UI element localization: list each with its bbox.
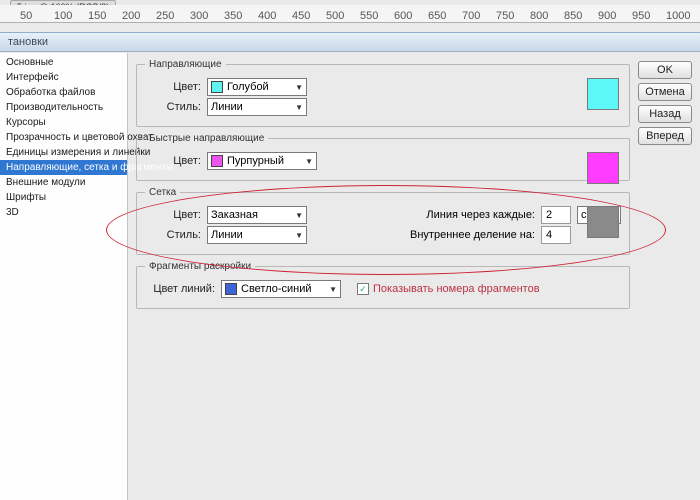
ruler-mark: 400 bbox=[258, 10, 276, 22]
color-swatch-icon bbox=[225, 283, 237, 295]
ruler-mark: 50 bbox=[20, 10, 32, 22]
grid-swatch[interactable] bbox=[587, 206, 619, 238]
sidebar-item[interactable]: Основные bbox=[0, 55, 127, 70]
group-smart-legend: Быстрые направляющие bbox=[145, 133, 268, 144]
sidebar-item[interactable]: Шрифты bbox=[0, 190, 127, 205]
color-swatch-icon bbox=[211, 155, 223, 167]
chevron-down-icon: ▼ bbox=[291, 83, 303, 92]
guides-color-combo[interactable]: Голубой ▼ bbox=[207, 78, 307, 96]
smart-color-combo[interactable]: Пурпурный ▼ bbox=[207, 152, 317, 170]
ruler-mark: 700 bbox=[462, 10, 480, 22]
grid-color-combo[interactable]: Заказная ▼ bbox=[207, 206, 307, 224]
sidebar-item[interactable]: Прозрачность и цветовой охват bbox=[0, 130, 127, 145]
ruler: 50 100 150 200 250 300 350 400 450 500 550 600 650 70… bbox=[0, 5, 700, 23]
ruler-mark: 100 bbox=[54, 10, 72, 22]
ruler-mark: 850 bbox=[564, 10, 582, 22]
group-guides: Направляющие Цвет: Голубой ▼ Стиль: Лини… bbox=[136, 59, 630, 127]
dialog-title: тановки bbox=[0, 33, 700, 52]
ruler-mark: 300 bbox=[190, 10, 208, 22]
ruler-mark: 550 bbox=[360, 10, 378, 22]
smart-swatch[interactable] bbox=[587, 152, 619, 184]
chevron-down-icon: ▼ bbox=[301, 157, 313, 166]
guides-style-combo[interactable]: Линии ▼ bbox=[207, 98, 307, 116]
slices-color-label: Цвет линий: bbox=[145, 283, 215, 295]
ruler-mark: 800 bbox=[530, 10, 548, 22]
forward-button[interactable]: Вперед bbox=[638, 127, 692, 145]
slices-color-combo[interactable]: Светло-синий ▼ bbox=[221, 280, 341, 298]
grid-every-label: Линия через каждые: bbox=[426, 209, 535, 221]
preferences-dialog: тановки ОсновныеИнтерфейсОбработка файло… bbox=[0, 32, 700, 500]
ruler-mark: 600 bbox=[394, 10, 412, 22]
back-button[interactable]: Назад bbox=[638, 105, 692, 123]
grid-every-input[interactable]: 2 bbox=[541, 206, 571, 224]
guides-color-label: Цвет: bbox=[145, 81, 201, 93]
ruler-mark: 500 bbox=[326, 10, 344, 22]
slices-show-checkbox[interactable]: ✓ bbox=[357, 283, 369, 295]
sidebar-item[interactable]: Интерфейс bbox=[0, 70, 127, 85]
ruler-mark: 1000 bbox=[666, 10, 690, 22]
grid-color-label: Цвет: bbox=[145, 209, 201, 221]
grid-style-combo[interactable]: Линии ▼ bbox=[207, 226, 307, 244]
slices-show-label: Показывать номера фрагментов bbox=[373, 283, 540, 295]
ruler-mark: 900 bbox=[598, 10, 616, 22]
ruler-mark: 750 bbox=[496, 10, 514, 22]
button-column: OK Отмена Назад Вперед bbox=[638, 53, 692, 149]
sidebar-item[interactable]: Обработка файлов bbox=[0, 85, 127, 100]
group-guides-legend: Направляющие bbox=[145, 59, 226, 70]
sidebar: ОсновныеИнтерфейсОбработка файловПроизво… bbox=[0, 53, 128, 500]
smart-color-label: Цвет: bbox=[145, 155, 201, 167]
ruler-mark: 150 bbox=[88, 10, 106, 22]
ruler-mark: 450 bbox=[292, 10, 310, 22]
sidebar-item[interactable]: Направляющие, сетка и фрагменты bbox=[0, 160, 127, 175]
group-grid: Сетка Цвет: Заказная ▼ Линия через кажды… bbox=[136, 187, 630, 255]
cancel-button[interactable]: Отмена bbox=[638, 83, 692, 101]
chevron-down-icon: ▼ bbox=[291, 231, 303, 240]
guides-style-label: Стиль: bbox=[145, 101, 201, 113]
group-slices-legend: Фрагменты раскройки bbox=[145, 261, 255, 272]
grid-style-label: Стиль: bbox=[145, 229, 201, 241]
ruler-mark: 350 bbox=[224, 10, 242, 22]
ruler-mark: 950 bbox=[632, 10, 650, 22]
sidebar-item[interactable]: Курсоры bbox=[0, 115, 127, 130]
color-swatch-icon bbox=[211, 81, 223, 93]
grid-sub-label: Внутреннее деление на: bbox=[410, 229, 535, 241]
guides-swatch[interactable] bbox=[587, 78, 619, 110]
main-panel: Направляющие Цвет: Голубой ▼ Стиль: Лини… bbox=[128, 53, 700, 500]
chevron-down-icon: ▼ bbox=[291, 211, 303, 220]
grid-sub-input[interactable]: 4 bbox=[541, 226, 571, 244]
group-slices: Фрагменты раскройки Цвет линий: Светло-с… bbox=[136, 261, 630, 309]
chevron-down-icon: ▼ bbox=[291, 103, 303, 112]
ruler-mark: 200 bbox=[122, 10, 140, 22]
ruler-mark: 650 bbox=[428, 10, 446, 22]
group-grid-legend: Сетка bbox=[145, 187, 180, 198]
sidebar-item[interactable]: Производительность bbox=[0, 100, 127, 115]
sidebar-item[interactable]: 3D bbox=[0, 205, 127, 220]
sidebar-item[interactable]: Внешние модули bbox=[0, 175, 127, 190]
ruler-mark: 250 bbox=[156, 10, 174, 22]
sidebar-item[interactable]: Единицы измерения и линейки bbox=[0, 145, 127, 160]
chevron-down-icon: ▼ bbox=[325, 285, 337, 294]
group-smart-guides: Быстрые направляющие Цвет: Пурпурный ▼ bbox=[136, 133, 630, 181]
ok-button[interactable]: OK bbox=[638, 61, 692, 79]
